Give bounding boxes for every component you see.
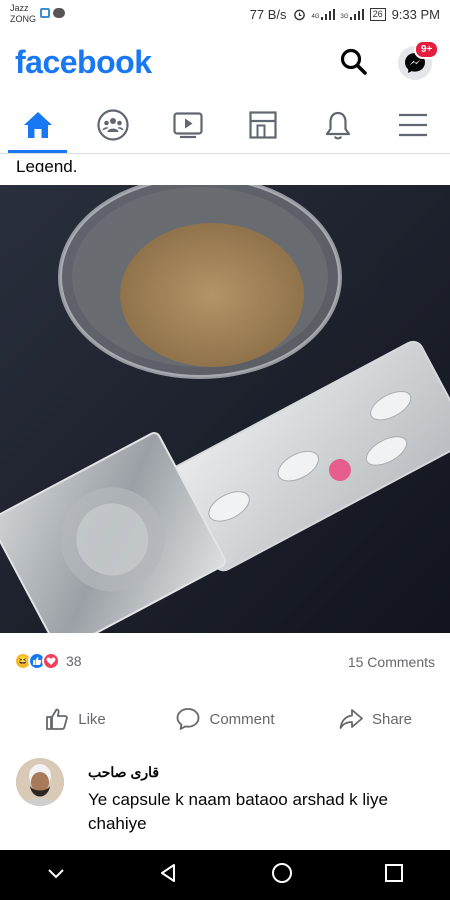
carrier-line-1: Jazz: [10, 3, 29, 13]
main-nav-tabs: [0, 96, 450, 154]
reaction-count: 38: [66, 653, 82, 669]
android-navigation-bar: [0, 850, 450, 900]
post-caption-text: Legend.: [16, 157, 78, 172]
carrier-line-2: ZONG: [10, 14, 36, 24]
post-photo[interactable]: [0, 185, 450, 633]
back-button[interactable]: [157, 862, 179, 889]
comment-avatar[interactable]: [16, 758, 64, 806]
signal-4g-label: 4G: [311, 14, 320, 20]
chevron-down-icon: [48, 868, 64, 878]
alarm-icon: [293, 9, 305, 21]
post-actions: Like Comment Share: [0, 700, 450, 738]
comment-text: Ye capsule k naam bataoo arshad k liye c…: [88, 790, 388, 833]
home-system-button[interactable]: [271, 862, 293, 889]
love-icon: [42, 652, 60, 670]
tab-groups[interactable]: [75, 96, 150, 153]
messenger-badge: 9+: [414, 40, 440, 59]
search-icon: [340, 48, 367, 75]
thumb-icon: [33, 657, 42, 665]
post-photo-image: [0, 185, 450, 633]
facebook-logo[interactable]: facebook: [15, 44, 152, 81]
search-button[interactable]: [338, 46, 370, 78]
home-icon: [23, 111, 52, 138]
menu-icon: [398, 113, 427, 136]
recents-square-icon: [385, 863, 404, 882]
share-label: Share: [371, 710, 413, 728]
tab-marketplace[interactable]: [225, 96, 300, 153]
tab-notifications[interactable]: [300, 96, 375, 153]
comments-count-link[interactable]: 15 Comments: [348, 654, 435, 670]
recents-button[interactable]: [384, 863, 404, 888]
marketplace-icon: [248, 110, 277, 139]
tab-watch[interactable]: [150, 96, 225, 153]
avatar-image: [16, 758, 64, 806]
network-speed: 77 B/s: [249, 7, 287, 22]
groups-icon: [96, 108, 129, 141]
notifications-icon: [325, 111, 350, 139]
share-icon: [339, 709, 363, 729]
like-button[interactable]: Like: [0, 700, 150, 738]
like-icon: [46, 708, 69, 730]
heart-icon: [46, 657, 56, 665]
home-circle-icon: [271, 862, 292, 883]
battery-indicator: 26: [369, 8, 386, 21]
share-button[interactable]: Share: [300, 700, 450, 738]
tab-menu[interactable]: [375, 96, 450, 153]
carrier-label: Jazz ZONG: [10, 3, 36, 25]
comment-author[interactable]: قاری صاحب: [88, 764, 159, 781]
signal-3g-label: 3G: [340, 14, 349, 20]
tab-home[interactable]: [0, 96, 75, 153]
comment-icon: [177, 708, 200, 730]
comment-button[interactable]: Comment: [150, 700, 300, 738]
reaction-summary[interactable]: 😆 38: [14, 652, 82, 670]
back-triangle-icon: [161, 863, 176, 882]
notification-icons: [40, 8, 65, 18]
clock: 9:33 PM: [391, 7, 440, 22]
app-header: facebook 9+: [0, 32, 450, 92]
post-caption: Legend.: [16, 150, 77, 172]
signal-bars-icon: [349, 9, 364, 20]
signal-3g: 3G: [341, 9, 364, 20]
signal-4g: 4G: [312, 9, 335, 20]
chat-notification-icon: [53, 8, 65, 18]
app-notification-icon: [40, 8, 50, 18]
comment-label: Comment: [209, 710, 275, 728]
hide-keyboard-button[interactable]: [46, 866, 66, 885]
signal-bars-icon: [320, 9, 335, 20]
watch-icon: [172, 111, 203, 138]
like-label: Like: [78, 710, 106, 728]
status-bar: Jazz ZONG 77 B/s 4G 3G 26 9:33 PM: [0, 0, 450, 32]
status-right: 77 B/s 4G 3G 26 9:33 PM: [250, 7, 440, 22]
